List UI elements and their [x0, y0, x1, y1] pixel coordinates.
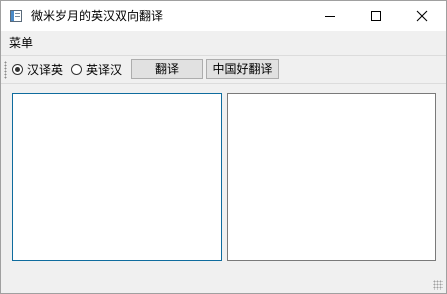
- maximize-button[interactable]: [353, 1, 399, 31]
- source-text-area[interactable]: [12, 93, 222, 261]
- menu-bar: 菜单: [1, 32, 446, 52]
- maximize-icon: [371, 11, 381, 21]
- resize-grip-icon[interactable]: [433, 280, 443, 290]
- radio-checked-icon[interactable]: [12, 63, 23, 75]
- radio-han-to-en-label: 汉译英: [27, 62, 64, 77]
- minimize-button[interactable]: [307, 1, 353, 31]
- title-bar[interactable]: 微米岁月的英汉双向翻译: [1, 1, 446, 31]
- toolbar-grip-icon[interactable]: [4, 61, 7, 79]
- radio-han-to-en[interactable]: 汉译英: [12, 61, 63, 77]
- close-button[interactable]: [399, 1, 445, 31]
- translate-button[interactable]: 翻译: [131, 59, 203, 79]
- toolbar: 汉译英 英译汉 翻译 中国好翻译: [1, 55, 446, 84]
- close-icon: [416, 10, 428, 22]
- menu-item-main[interactable]: 菜单: [9, 35, 33, 51]
- radio-en-to-han-label: 英译汉: [86, 62, 123, 77]
- target-text-area[interactable]: [227, 93, 436, 261]
- minimize-icon: [325, 16, 335, 17]
- radio-unchecked-icon[interactable]: [71, 63, 82, 75]
- radio-en-to-han[interactable]: 英译汉: [71, 61, 122, 77]
- cn-translate-button[interactable]: 中国好翻译: [206, 59, 279, 79]
- window-title: 微米岁月的英汉双向翻译: [31, 9, 164, 23]
- app-window-icon: [10, 10, 22, 22]
- main-window: 微米岁月的英汉双向翻译 菜单 汉译英 英译汉 翻译 中国好翻译: [0, 0, 447, 294]
